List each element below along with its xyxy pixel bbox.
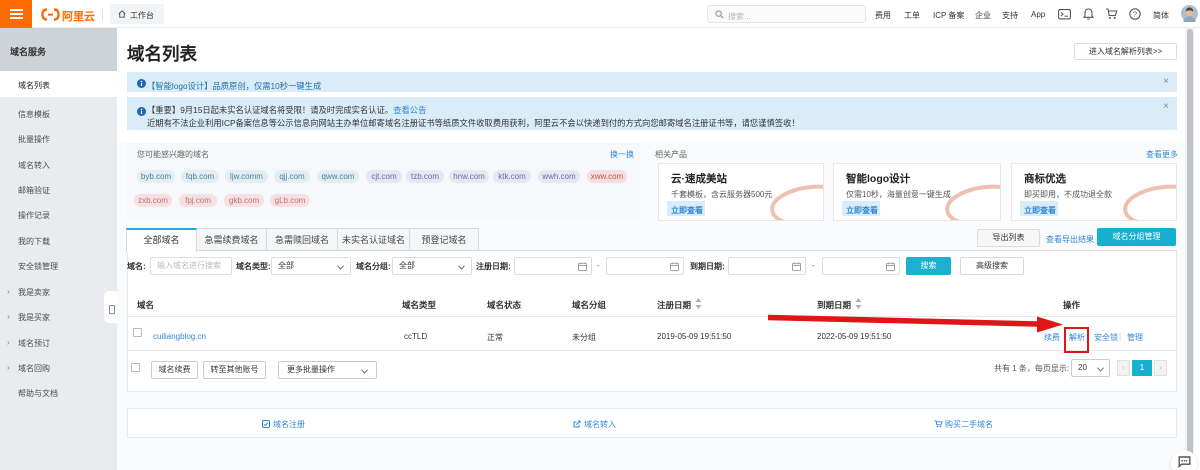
svg-text:?: ? bbox=[1133, 10, 1137, 19]
